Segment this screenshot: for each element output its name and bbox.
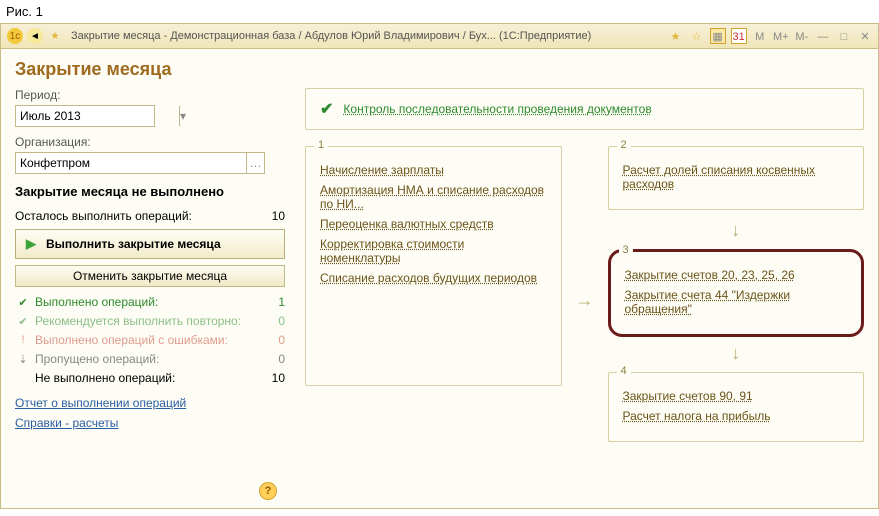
window-title: Закрытие месяца - Демонстрационная база … xyxy=(71,30,666,42)
stat-done-value: 1 xyxy=(261,295,285,309)
calc-icon[interactable]: ▦ xyxy=(710,28,726,44)
control-link[interactable]: Контроль последовательности проведения д… xyxy=(343,102,651,116)
step2-num: 2 xyxy=(617,139,631,151)
mplus-icon[interactable]: M+ xyxy=(773,29,789,45)
step1-item[interactable]: Переоценка валютных средств xyxy=(320,217,547,231)
back-icon[interactable]: ◄ xyxy=(27,28,43,44)
step3-box: 3 Закрытие счетов 20, 23, 25, 26 Закрыти… xyxy=(608,249,865,337)
period-label: Период: xyxy=(15,88,285,102)
step1-num: 1 xyxy=(314,139,328,151)
cancel-button[interactable]: Отменить закрытие месяца xyxy=(15,265,285,287)
step3-item[interactable]: Закрытие счета 44 "Издержки обращения" xyxy=(625,288,848,316)
stat-errors-value: 0 xyxy=(261,333,285,347)
link-icon[interactable]: ☆ xyxy=(689,29,705,45)
stat-skipped-value: 0 xyxy=(261,352,285,366)
arrow-down-icon: ↓ xyxy=(608,220,865,241)
check-icon: ✔ xyxy=(15,315,31,328)
step1-item[interactable]: Корректировка стоимости номенклатуры xyxy=(320,237,547,265)
close-icon[interactable]: ✕ xyxy=(857,29,873,45)
org-combo[interactable]: … xyxy=(15,152,265,174)
ops-left-label: Осталось выполнить операций: xyxy=(15,209,192,223)
stat-notdone-label: Не выполнено операций: xyxy=(35,371,261,385)
org-label: Организация: xyxy=(15,135,285,149)
step1-item[interactable]: Начисление зарплаты xyxy=(320,163,547,177)
status-heading: Закрытие месяца не выполнено xyxy=(15,184,285,199)
execute-label: Выполнить закрытие месяца xyxy=(46,237,221,251)
titlebar: 1c ◄ ★ Закрытие месяца - Демонстрационна… xyxy=(0,23,879,49)
star-icon[interactable]: ★ xyxy=(47,28,63,44)
help-icon[interactable]: ? xyxy=(259,482,277,500)
maximize-icon[interactable]: □ xyxy=(836,29,852,45)
period-dropdown-icon[interactable]: ▾ xyxy=(179,106,186,126)
check-icon: ✔ xyxy=(320,99,333,119)
step2-item[interactable]: Расчет долей списания косвенных расходов xyxy=(623,163,850,191)
period-combo[interactable]: ▾ xyxy=(15,105,155,127)
step4-item[interactable]: Закрытие счетов 90, 91 xyxy=(623,389,850,403)
control-row: ✔ Контроль последовательности проведения… xyxy=(305,88,864,130)
ops-left-count: 10 xyxy=(272,209,285,223)
fav-icon[interactable]: ★ xyxy=(667,29,683,45)
step3-num: 3 xyxy=(619,244,633,256)
step1-box: 1 Начисление зарплаты Амортизация НМА и … xyxy=(305,146,562,386)
skip-icon: ⇣ xyxy=(15,353,31,366)
step1-item[interactable]: Амортизация НМА и списание расходов по Н… xyxy=(320,183,547,211)
period-input[interactable] xyxy=(16,106,179,126)
stat-skipped-label: Пропущено операций: xyxy=(35,352,261,366)
arrow-down-icon: ↓ xyxy=(608,343,865,364)
stat-notdone-value: 10 xyxy=(261,371,285,385)
stat-done-label: Выполнено операций: xyxy=(35,295,261,309)
step1-item[interactable]: Списание расходов будущих периодов xyxy=(320,271,547,285)
step4-num: 4 xyxy=(617,365,631,377)
play-icon: ▶ xyxy=(26,236,36,252)
report-link[interactable]: Отчет о выполнении операций xyxy=(15,396,186,410)
org-lookup-icon[interactable]: … xyxy=(246,153,264,173)
step2-box: 2 Расчет долей списания косвенных расход… xyxy=(608,146,865,210)
minimize-icon[interactable]: — xyxy=(815,29,831,45)
alert-icon: ! xyxy=(15,334,31,346)
page-title: Закрытие месяца xyxy=(15,59,864,80)
mminus-icon[interactable]: M- xyxy=(794,29,810,45)
figure-caption: Рис. 1 xyxy=(0,0,879,23)
step4-item[interactable]: Расчет налога на прибыль xyxy=(623,409,850,423)
calendar-icon[interactable]: 31 xyxy=(731,28,747,44)
app-icon: 1c xyxy=(7,28,23,44)
check-icon: ✔ xyxy=(15,296,31,309)
step4-box: 4 Закрытие счетов 90, 91 Расчет налога н… xyxy=(608,372,865,442)
m-icon[interactable]: M xyxy=(752,29,768,45)
stat-retry-value: 0 xyxy=(261,314,285,328)
refs-link[interactable]: Справки - расчеты xyxy=(15,416,118,430)
arrow-right-icon: → xyxy=(576,290,594,311)
step3-item[interactable]: Закрытие счетов 20, 23, 25, 26 xyxy=(625,268,848,282)
stat-retry-label: Рекомендуется выполнить повторно: xyxy=(35,314,261,328)
org-input[interactable] xyxy=(16,153,246,173)
stat-errors-label: Выполнено операций с ошибками: xyxy=(35,333,261,347)
execute-button[interactable]: ▶ Выполнить закрытие месяца xyxy=(15,229,285,259)
